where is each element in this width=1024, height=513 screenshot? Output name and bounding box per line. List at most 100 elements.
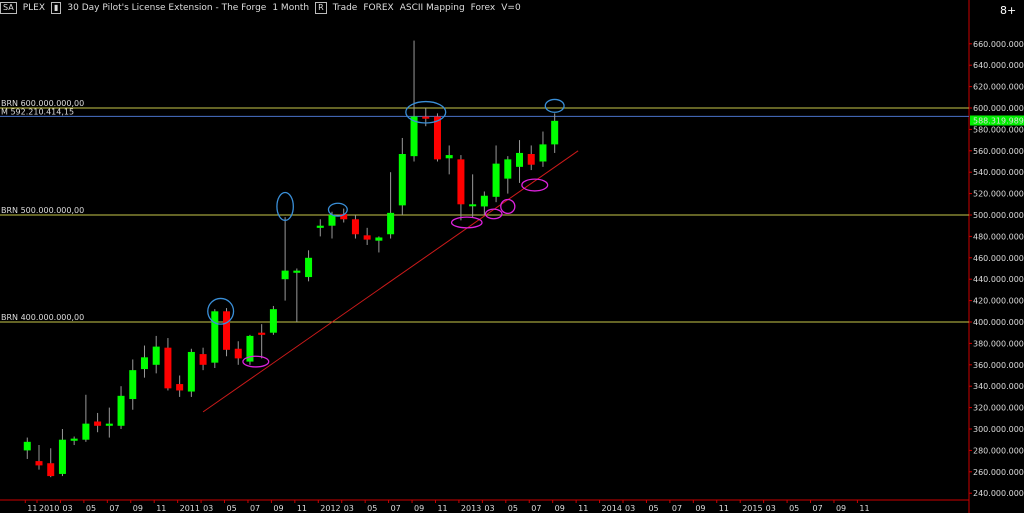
candle-body[interactable]	[293, 270, 301, 273]
candle-body[interactable]	[23, 441, 31, 451]
y-tick-label: 620.000.000,00	[973, 83, 1024, 92]
candle-body[interactable]	[176, 384, 184, 391]
y-tick-label: 400.000.000,00	[973, 318, 1024, 327]
x-tick-label: 03	[344, 504, 354, 513]
candle-body[interactable]	[445, 155, 453, 159]
x-tick-label: 05	[86, 504, 96, 513]
x-tick-label: 09	[555, 504, 565, 513]
x-tick-label: 11	[297, 504, 307, 513]
x-tick-label: 2010	[39, 504, 59, 513]
candle-body[interactable]	[433, 116, 441, 160]
candle-body[interactable]	[351, 219, 359, 235]
candle-body[interactable]	[516, 152, 524, 167]
candle-body[interactable]	[35, 461, 43, 466]
x-tick-label: 11	[859, 504, 869, 513]
x-tick-label: 2013	[461, 504, 481, 513]
candle-body[interactable]	[117, 395, 125, 426]
annotation-ellipse-blue	[544, 98, 565, 113]
y-tick-label: 320.000.000,00	[973, 404, 1024, 413]
y-tick-label: 520.000.000,00	[973, 190, 1024, 199]
y-tick-label: 640.000.000,00	[973, 61, 1024, 70]
candle-body[interactable]	[305, 257, 313, 278]
candle-body[interactable]	[211, 311, 219, 363]
y-tick-label: 600.000.000,00	[973, 104, 1024, 113]
candle-body[interactable]	[164, 347, 172, 389]
candle-body[interactable]	[47, 463, 55, 477]
y-tick-label: 280.000.000,00	[973, 446, 1024, 455]
y-tick-label: 300.000.000,00	[973, 425, 1024, 434]
annotation-ellipse-magenta	[450, 216, 483, 229]
candle-body[interactable]	[422, 116, 430, 119]
candle-body[interactable]	[105, 423, 113, 426]
candle-body[interactable]	[316, 225, 324, 228]
x-tick-label: 07	[531, 504, 541, 513]
candle-body[interactable]	[94, 421, 102, 426]
x-tick-label: 07	[250, 504, 260, 513]
x-tick-label: 11	[578, 504, 588, 513]
x-tick-label: 11	[437, 504, 447, 513]
x-tick-label: 11	[719, 504, 729, 513]
y-tick-label: 260.000.000,00	[973, 468, 1024, 477]
x-tick-label: 11	[156, 504, 166, 513]
y-tick-label: 480.000.000,00	[973, 232, 1024, 241]
candle-body[interactable]	[410, 116, 418, 157]
x-tick-label: 07	[391, 504, 401, 513]
y-tick-label: 240.000.000,00	[973, 489, 1024, 498]
candle-body[interactable]	[469, 204, 477, 207]
candle-body[interactable]	[187, 351, 195, 392]
candle-body[interactable]	[70, 438, 78, 441]
current-price-label: M 592.210.414,15	[1, 107, 74, 116]
y-tick-label: 440.000.000,00	[973, 275, 1024, 284]
candle-body[interactable]	[375, 237, 383, 241]
candle-body[interactable]	[328, 215, 336, 226]
candle-body[interactable]	[480, 195, 488, 207]
candle-body[interactable]	[539, 144, 547, 162]
candle-body[interactable]	[387, 212, 395, 235]
x-tick-label: 05	[789, 504, 799, 513]
annotation-ellipse-blue	[276, 191, 294, 221]
candle-body[interactable]	[457, 159, 465, 205]
y-tick-label: 660.000.000,00	[973, 40, 1024, 49]
candle-body[interactable]	[82, 423, 90, 440]
x-tick-label: 05	[508, 504, 518, 513]
y-tick-label: 500.000.000,00	[973, 211, 1024, 220]
annotation-ellipse-blue	[327, 202, 348, 217]
x-tick-label: 2011	[180, 504, 200, 513]
candle-body[interactable]	[258, 332, 266, 335]
candlestick-chart[interactable]: 660.000.000,00 640.000.000,00 620.000.000,…	[0, 0, 1024, 513]
candle-body[interactable]	[58, 439, 66, 474]
level-label: BRN 500.000.000,00	[1, 206, 84, 215]
x-tick-label: 07	[109, 504, 119, 513]
x-tick-label: 09	[133, 504, 143, 513]
candle-body[interactable]	[152, 346, 160, 365]
x-tick-label: 2014	[602, 504, 622, 513]
candle-body[interactable]	[527, 154, 535, 165]
level-label: BRN 400.000.000,00	[1, 313, 84, 322]
x-tick-label: 09	[836, 504, 846, 513]
candle-body[interactable]	[223, 311, 231, 350]
candle-body[interactable]	[363, 235, 371, 240]
x-tick-label: 05	[367, 504, 377, 513]
x-tick-label: 09	[273, 504, 283, 513]
y-tick-label: 380.000.000,00	[973, 339, 1024, 348]
y-tick-label: 560.000.000,00	[973, 147, 1024, 156]
x-tick-label: 05	[648, 504, 658, 513]
candle-body[interactable]	[504, 159, 512, 179]
candle-body[interactable]	[269, 309, 277, 333]
candle-body[interactable]	[398, 154, 406, 206]
x-tick-label: 03	[625, 504, 635, 513]
x-tick-label: 09	[695, 504, 705, 513]
candle-body[interactable]	[129, 370, 137, 400]
candle-body[interactable]	[234, 348, 242, 359]
y-tick-label: 580.000.000,00	[973, 125, 1024, 134]
candle-body[interactable]	[199, 354, 207, 365]
x-tick-label: 11	[27, 504, 37, 513]
candle-body[interactable]	[281, 270, 289, 280]
x-tick-label: 07	[672, 504, 682, 513]
x-tick-label: 05	[227, 504, 237, 513]
candle-body[interactable]	[492, 163, 500, 197]
candle-body[interactable]	[140, 357, 148, 370]
y-tick-label: 540.000.000,00	[973, 168, 1024, 177]
candle-body[interactable]	[551, 120, 559, 145]
y-tick-label: 360.000.000,00	[973, 361, 1024, 370]
